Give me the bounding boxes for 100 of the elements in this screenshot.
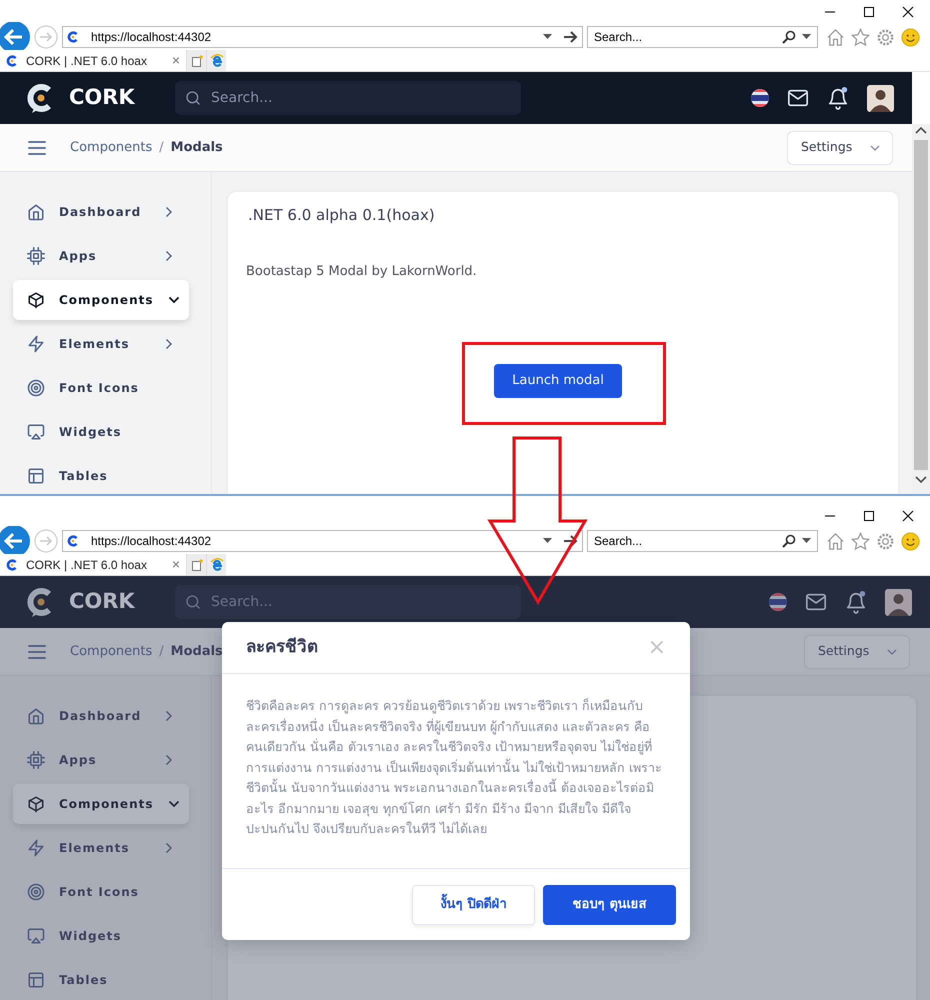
- go-icon[interactable]: [564, 31, 578, 43]
- modal-title: ละครชีวิต: [246, 637, 318, 658]
- breadcrumb-link[interactable]: Modals: [170, 138, 223, 158]
- sidebar-item[interactable]: Widgets: [13, 412, 189, 452]
- logo-icon: [67, 535, 79, 547]
- search-icon: [185, 90, 201, 106]
- brand-name: CORK: [69, 84, 136, 112]
- sidebar-item[interactable]: Font Icons: [13, 368, 189, 408]
- scrollbar[interactable]: [912, 124, 930, 494]
- back-icon[interactable]: [0, 526, 31, 556]
- screen-icon: [27, 423, 45, 441]
- bell-icon[interactable]: [827, 86, 849, 110]
- home-icon[interactable]: [826, 532, 845, 550]
- search-field[interactable]: Search...: [594, 28, 776, 46]
- sidebar-item[interactable]: Elements: [13, 324, 189, 364]
- sidebar-item[interactable]: Components: [13, 280, 189, 320]
- caret-icon[interactable]: [543, 538, 552, 544]
- new-tab-icon[interactable]: [190, 558, 202, 570]
- star-icon[interactable]: [851, 28, 870, 46]
- confirm-button[interactable]: ชอบๆ ตุนเยส: [543, 884, 676, 924]
- search-bar[interactable]: Search...: [587, 26, 818, 48]
- breadcrumb-link[interactable]: Components: [70, 138, 152, 158]
- sidebar-item[interactable]: Dashboard: [13, 192, 189, 232]
- menu-icon[interactable]: [28, 140, 46, 154]
- settings-dropdown[interactable]: Settings: [787, 130, 893, 164]
- address-bar[interactable]: https://localhost:44302: [62, 26, 583, 48]
- caret-icon[interactable]: [543, 34, 552, 40]
- chevron-icon: [870, 144, 880, 150]
- logo-icon: [6, 558, 18, 570]
- search-icon: [185, 594, 201, 610]
- table-icon: [27, 467, 45, 485]
- sidebar-item[interactable]: Elements: [13, 828, 189, 868]
- search-icon[interactable]: [782, 30, 796, 44]
- search-bar[interactable]: Search...: [175, 81, 521, 115]
- close-icon[interactable]: [902, 6, 914, 18]
- sidebar-item[interactable]: Dashboard: [13, 696, 189, 736]
- browser-logo-icon[interactable]: [210, 54, 224, 68]
- search-field[interactable]: Search...: [209, 86, 521, 110]
- address-field[interactable]: https://localhost:44302: [91, 28, 531, 46]
- settings-dropdown[interactable]: Settings: [804, 634, 910, 668]
- caret-icon[interactable]: [802, 538, 811, 544]
- chevron-icon: [887, 648, 897, 654]
- brand-name: CORK: [69, 588, 136, 616]
- dismiss-button[interactable]: งั้นๆ ปิดดีฝ่า: [412, 884, 535, 924]
- search-field[interactable]: Search...: [594, 532, 776, 550]
- address-bar[interactable]: https://localhost:44302: [62, 530, 583, 552]
- close-icon[interactable]: [902, 510, 914, 522]
- avatar[interactable]: [867, 84, 894, 112]
- bell-icon[interactable]: [845, 590, 867, 614]
- search-icon[interactable]: [782, 534, 796, 548]
- logo-icon: [6, 54, 18, 66]
- search-bar[interactable]: Search...: [175, 585, 521, 619]
- tab-close-button[interactable]: ×: [170, 50, 182, 71]
- smiley-icon[interactable]: [901, 532, 920, 550]
- mail-icon[interactable]: [805, 591, 827, 613]
- sidebar-item[interactable]: Apps: [13, 236, 189, 276]
- tab-close-button[interactable]: ×: [170, 554, 182, 575]
- sidebar-item[interactable]: Font Icons: [13, 872, 189, 912]
- star-icon[interactable]: [851, 532, 870, 550]
- chip-icon: [27, 247, 45, 265]
- address-field[interactable]: https://localhost:44302: [91, 532, 531, 550]
- mail-icon[interactable]: [787, 87, 809, 109]
- logo-icon: [67, 31, 79, 43]
- breadcrumb-separator: /: [159, 642, 164, 661]
- lightning-icon: [27, 839, 45, 857]
- sidebar-item[interactable]: Components: [13, 784, 189, 824]
- flag-icon[interactable]: [751, 89, 769, 107]
- modal-text: ชีวิตคือละคร การดูละคร ควรย้อนดูชีวิตเราด้วย เพราะชีวิตเรา ก็เหมือนกับละครเรื่องหนึ่ง เป็นละครชีวิตจริง ที่ผู้เขียนบท ผู้กำกับแสดง และตัวละคร คือคนเดียวกัน นั่นคือ ตัวเราเอง ละครในชีวิตจริง เป้าหมายหรือจุดจบ ไม่ใช่อยู่ที่การแต่งงาน การแต่งงาน เป็นเพียงจุดเริ่มต้นเท่านั้น ไม่ใช่เป้าหมายหลัก เพราะชีวิตนั้น นับจากวันแต่งงาน พระเอกนางเอกในละครเรื่องนี้ ต้องเจออะไรต่อมิอะไร อีกมากมาย เจอสุข ทุกข์โศก เศร้า มีรัก มีร้าง มีจาก มีเสียใจ มีดีใจ ปะปนกันไป จึงเปรียบกับละครในทีวี ไม่ได้เลย: [245, 697, 663, 838]
- menu-icon[interactable]: [28, 644, 46, 658]
- settings-icon[interactable]: [876, 532, 895, 550]
- cube-icon: [27, 795, 45, 813]
- new-tab-icon[interactable]: [190, 54, 202, 66]
- smiley-icon[interactable]: [901, 28, 920, 46]
- breadcrumb-separator: /: [159, 138, 164, 157]
- maximize-icon[interactable]: [863, 510, 875, 522]
- chip-icon: [27, 751, 45, 769]
- settings-icon[interactable]: [876, 28, 895, 46]
- maximize-icon[interactable]: [863, 6, 875, 18]
- screen-icon: [27, 927, 45, 945]
- sidebar-item[interactable]: Apps: [13, 740, 189, 780]
- back-icon[interactable]: [0, 22, 31, 52]
- sidebar-item[interactable]: Tables: [13, 456, 189, 494]
- breadcrumb-link[interactable]: Modals: [170, 642, 223, 662]
- home-icon[interactable]: [826, 28, 845, 46]
- flag-icon[interactable]: [769, 593, 787, 611]
- card-text: Bootastap 5 Modal by LakornWorld.: [245, 263, 478, 281]
- cube-icon: [27, 291, 45, 309]
- launch-button[interactable]: Launch modal: [494, 364, 622, 398]
- card-title: .NET 6.0 alpha 0.1(hoax): [247, 205, 436, 224]
- target-icon: [27, 379, 45, 397]
- lightning-icon: [27, 335, 45, 353]
- sidebar-item[interactable]: Widgets: [13, 916, 189, 956]
- search-bar[interactable]: Search...: [587, 530, 818, 552]
- caret-icon[interactable]: [802, 34, 811, 40]
- sidebar-item[interactable]: Tables: [13, 960, 189, 1000]
- browser-logo-icon[interactable]: [210, 558, 224, 572]
- go-icon[interactable]: [564, 535, 578, 547]
- home-icon: [27, 203, 45, 221]
- home-icon: [27, 707, 45, 725]
- search-field[interactable]: Search...: [209, 590, 521, 614]
